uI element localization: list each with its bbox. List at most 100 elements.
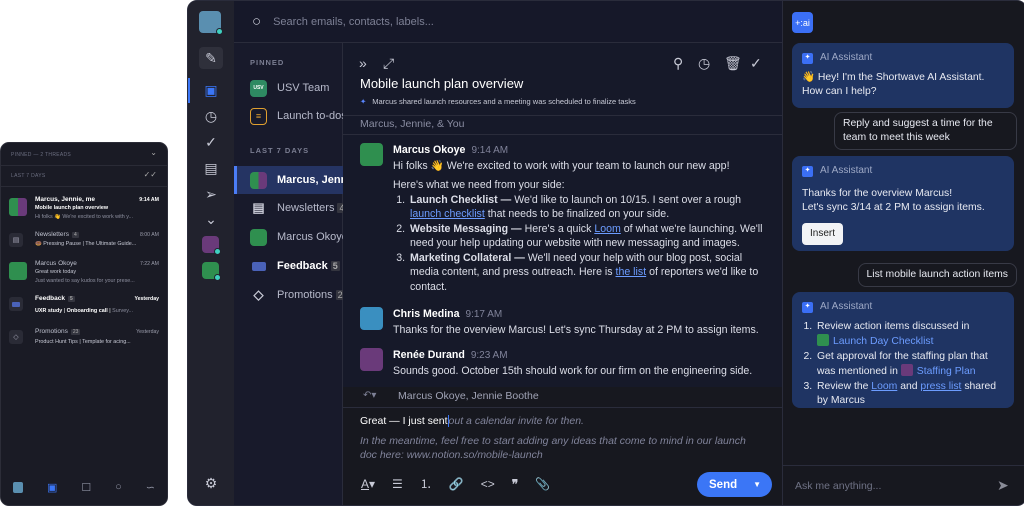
search-icon[interactable]: ○: [115, 481, 122, 493]
pinned-item-usv-team[interactable]: USV USV Team: [234, 75, 343, 101]
thread-item[interactable]: ▤ Newsletters 4 8:00 AM 🍩 Pressing Pause …: [9, 231, 159, 257]
format-toolbar: A▾ ☰ ⒈ 🔗 <> ❞ 📎: [361, 475, 550, 492]
done-icon[interactable]: ✓: [199, 131, 223, 153]
press-list-link[interactable]: press list: [920, 381, 961, 392]
timestamp: 9:23 AM: [470, 350, 508, 361]
waves-icon[interactable]: ∽: [146, 481, 155, 494]
compose-icon[interactable]: ✎: [199, 47, 223, 69]
thread-item[interactable]: Feedback 5 Yesterday UXR study | Onboardi…: [9, 295, 159, 321]
search-icon: ○: [252, 13, 262, 30]
clock-icon[interactable]: ◷: [199, 105, 223, 127]
ai-suggestion: In the meantime, feel free to start addi…: [360, 435, 746, 461]
thread-preview: Hi folks 👋 We're excited to work with y.…: [35, 214, 134, 220]
ai-logo: +:ai: [792, 12, 813, 33]
avatar: [9, 262, 27, 280]
launch-day-checklist-link[interactable]: Launch Day Checklist: [833, 336, 934, 347]
thread-list: PINNED USV USV Team ≡ Launch to-dos LAST 7…: [234, 43, 343, 505]
staffing-plan-link[interactable]: Staffing Plan: [917, 366, 976, 377]
pinned-header: PINNED: [250, 58, 285, 67]
done-check-icon[interactable]: ✓: [750, 55, 762, 72]
insert-button[interactable]: Insert: [802, 222, 844, 245]
thread-time: Yesterday: [136, 329, 159, 335]
preview-part: UXR study: [35, 308, 63, 314]
mark-done-icon[interactable]: ✓✓: [144, 170, 157, 179]
chevron-down-icon[interactable]: ⌄: [150, 148, 157, 157]
attachment-icon[interactable]: 📎: [535, 477, 550, 491]
thread-item[interactable]: ◇ Promotions 23 Yesterday Product Hunt Ti…: [9, 328, 159, 354]
snooze-clock-icon[interactable]: ◷: [698, 55, 710, 72]
message-text: Hi folks 👋 We're excited to work with yo…: [393, 159, 730, 172]
reply-recipients[interactable]: Marcus Okoye, Jennie Boothe: [398, 390, 539, 402]
list-item: Review the Loom and press list shared by…: [815, 380, 1004, 409]
thread-item-promotions[interactable]: ◇ Promotions23: [234, 282, 343, 308]
quote-icon[interactable]: ❞: [512, 477, 518, 491]
trash-icon[interactable]: 🗑: [724, 55, 742, 72]
thread-time: Yesterday: [134, 296, 159, 302]
pinned-item-launch-todos[interactable]: ≡ Launch to-dos: [234, 103, 343, 129]
thread-item[interactable]: Marcus Okoye 7:22 AM Great work today Ju…: [9, 260, 159, 286]
message: Chris Medina 9:17 AM Thanks for the overvi…: [360, 307, 772, 337]
list-item: Website Messaging — Here's a quick Loom …: [408, 222, 772, 251]
item-label: USV Team: [277, 82, 330, 94]
numbered-list-icon[interactable]: ⒈: [420, 475, 432, 492]
thread-time: 9:14 AM: [139, 197, 159, 203]
message-text: Sounds good. October 15th should work fo…: [393, 364, 753, 377]
send-arrow-icon[interactable]: ➤: [997, 477, 1009, 494]
preview-part: Survey...: [112, 308, 133, 314]
thread-item[interactable]: Marcus, Jennie, me 9:14 AM Mobile launch…: [9, 196, 159, 222]
reply-input[interactable]: Great — I just sentout a calendar invite…: [360, 414, 762, 462]
thread-title: Promotions: [35, 328, 68, 335]
the-list-link[interactable]: the list: [616, 266, 647, 278]
thread-title: Feedback: [35, 295, 65, 302]
ai-suggestion: out a calendar invite for then.: [448, 415, 584, 427]
desktop-app: ✎ ▣ ◷ ✓ ▤ ➢ ⌄ ⚙ ○ Search emails, contact…: [187, 0, 1024, 506]
chevron-down-icon[interactable]: ⌄: [199, 208, 223, 230]
launch-checklist-link[interactable]: launch checklist: [410, 208, 485, 220]
inbox-icon[interactable]: ▣: [199, 79, 223, 101]
expand-icon[interactable]: ⤢: [383, 55, 394, 72]
bullet-list-icon[interactable]: ☰: [392, 477, 403, 491]
message-text: Let's sync 3/14 at 2 PM to assign items.: [802, 202, 985, 213]
avatar: [250, 228, 267, 246]
thread-item-selected[interactable]: Marcus, Jennie, me: [234, 166, 343, 194]
text-format-icon[interactable]: A▾: [361, 477, 375, 491]
tag-icon: ◇: [9, 330, 23, 344]
loom-link[interactable]: Loom: [594, 223, 621, 235]
drafts-icon[interactable]: ▤: [199, 157, 223, 179]
thread-item-newsletters[interactable]: ▤Newsletters4: [234, 195, 343, 221]
send-button[interactable]: Send ▼: [697, 472, 772, 497]
code-icon[interactable]: <>: [481, 477, 495, 491]
tag-icon: ◇: [253, 287, 264, 302]
count-badge: 5: [68, 296, 75, 302]
thread-preview: Product Hunt Tips | Template for acing..…: [35, 339, 131, 345]
typed-text: Great — I just sent: [360, 415, 448, 427]
collapse-icon[interactable]: »: [359, 55, 367, 71]
thread-time: 8:00 AM: [139, 232, 159, 238]
newsletter-icon: ▤: [9, 233, 23, 247]
profile-avatar-icon[interactable]: [12, 481, 23, 493]
thread-title: Marcus Okoye: [35, 260, 77, 267]
list-item: Get approval for the staffing plan that …: [815, 350, 1004, 380]
count-badge: 23: [335, 290, 343, 300]
sparkle-icon: ✦: [360, 97, 367, 106]
link-icon[interactable]: 🔗: [449, 477, 464, 491]
message-text: Thanks for the overview Marcus! Let's sy…: [393, 323, 759, 336]
reply-all-icon[interactable]: ↶▾: [363, 390, 376, 401]
pin-icon[interactable]: ⚲: [673, 55, 683, 72]
send-options-caret-icon[interactable]: ▼: [753, 480, 761, 489]
loom-link[interactable]: Loom: [871, 381, 897, 392]
ai-chat-input[interactable]: Ask me anything...: [795, 480, 881, 492]
thread-preview: Just wanted to say kudos for your prese.…: [35, 278, 135, 284]
avatar: [9, 198, 27, 216]
divider: [343, 407, 782, 408]
inbox-icon[interactable]: ▣: [47, 481, 57, 494]
compose-icon[interactable]: ☐: [81, 481, 91, 494]
thread-item-feedback[interactable]: Feedback 5: [234, 253, 343, 279]
avatar: [360, 348, 383, 371]
search-input[interactable]: Search emails, contacts, labels...: [273, 16, 434, 28]
sent-icon[interactable]: ➢: [199, 183, 223, 205]
thread-item-marcus[interactable]: Marcus Okoye: [234, 224, 343, 250]
divider: [1, 165, 167, 166]
settings-gear-icon[interactable]: ⚙: [199, 472, 223, 494]
search-bar[interactable]: ○ Search emails, contacts, labels...: [234, 1, 782, 43]
